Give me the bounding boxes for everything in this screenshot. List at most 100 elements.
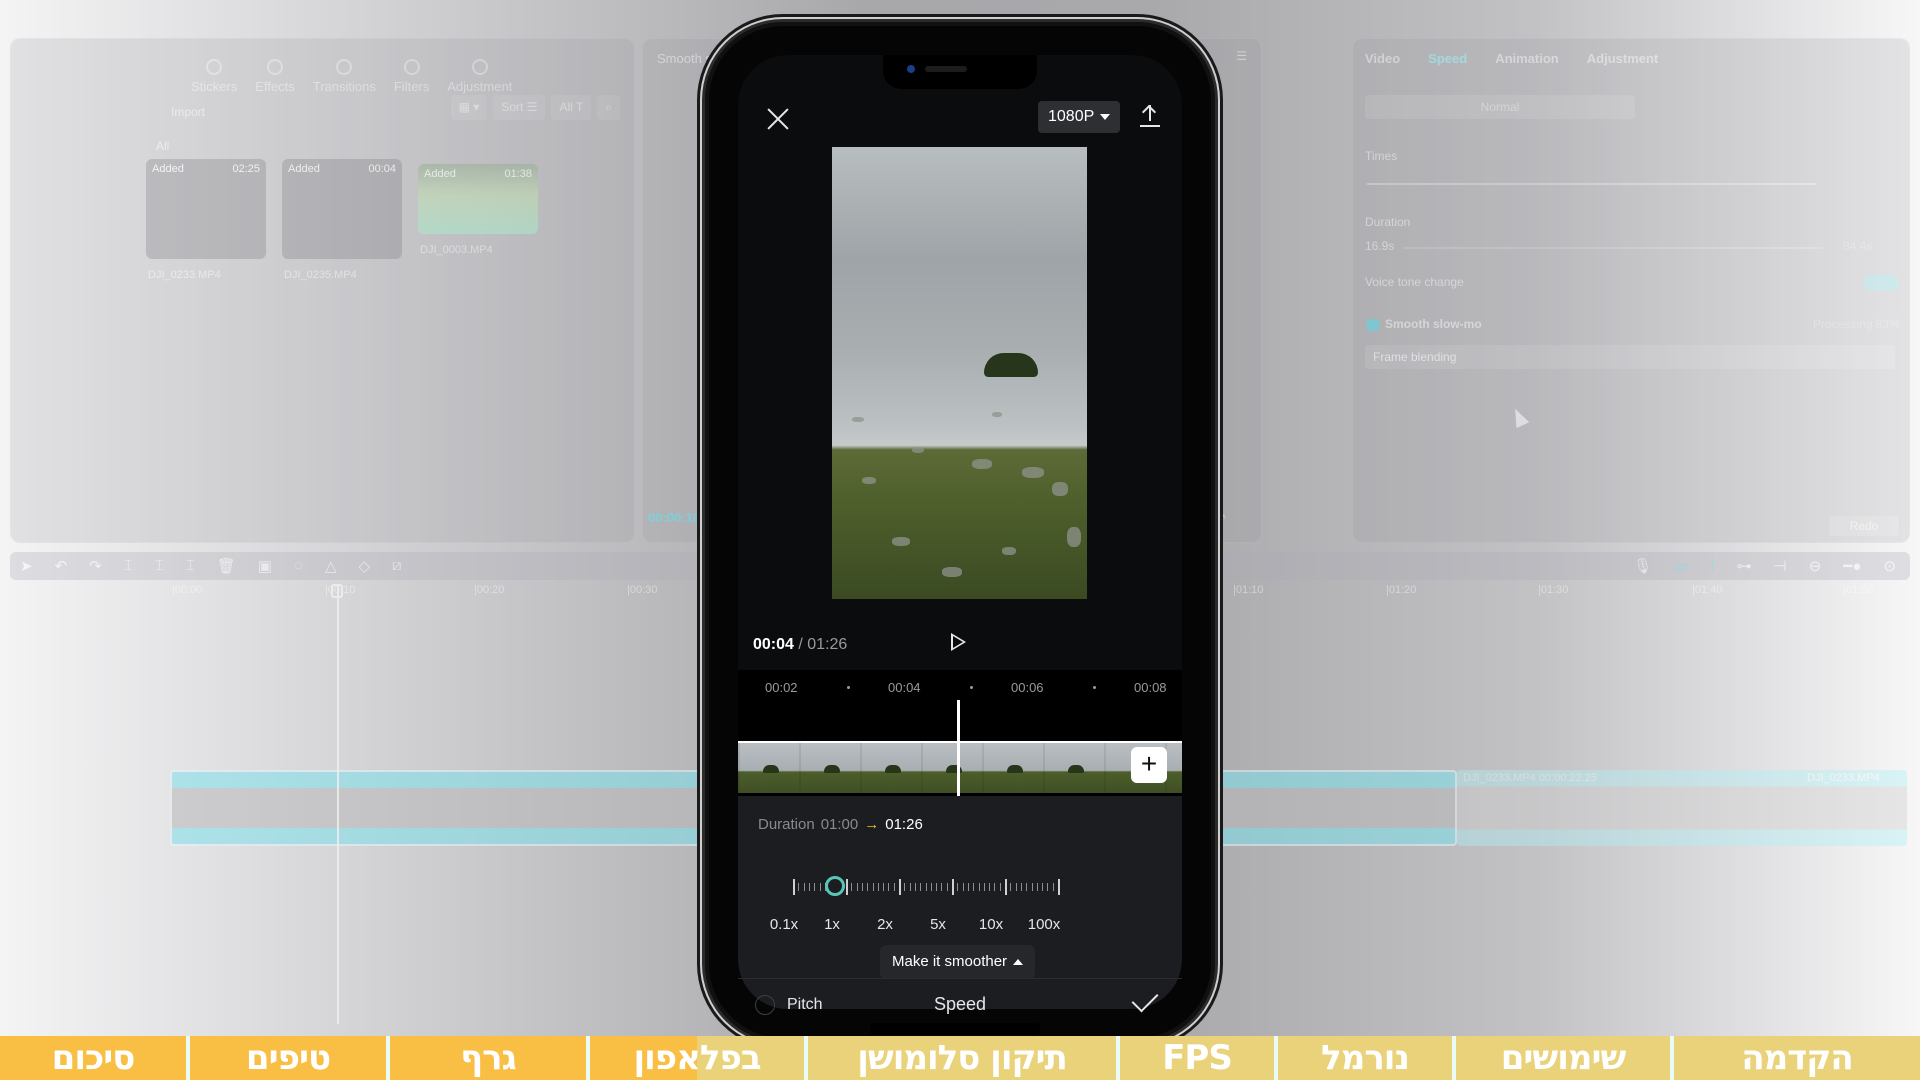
- sort-button[interactable]: Sort ☰: [493, 95, 546, 120]
- speed-tick-minor: [808, 883, 810, 891]
- select-tool-icon[interactable]: ➤: [20, 557, 33, 575]
- player-timecode: 00:00:10:2: [648, 510, 712, 525]
- media-clip[interactable]: Added 02:25 DJI_0233.MP4: [146, 159, 266, 281]
- fit-icon[interactable]: ⊙: [1883, 557, 1896, 575]
- properties-panel: Video Speed Animation Adjustment Normal …: [1352, 38, 1910, 543]
- voice-tone-label: Voice tone change: [1365, 275, 1464, 289]
- tab-video[interactable]: Video: [1365, 51, 1400, 66]
- speed-slider-knob[interactable]: [825, 876, 845, 896]
- section-label: All: [156, 139, 170, 153]
- chapter-graph[interactable]: גרף: [390, 1036, 590, 1080]
- timeline-clip[interactable]: DJI_0233.MP4 00:00:22.25 DJI_0233.MP4: [1457, 770, 1907, 846]
- chapter-summary[interactable]: סיכום: [0, 1036, 190, 1080]
- sheet-title: Speed: [933, 994, 987, 1014]
- speed-tick-major: [1005, 879, 1007, 895]
- speed-tick-major: [793, 879, 795, 895]
- menu-icon[interactable]: ☰: [1236, 49, 1247, 63]
- speed-tick-minor: [883, 883, 885, 891]
- phone-playhead[interactable]: [957, 700, 960, 796]
- search-icon[interactable]: ⌕: [597, 95, 620, 120]
- mirror-icon[interactable]: △: [325, 557, 337, 575]
- media-clip[interactable]: Added 01:38 DJI_0003.MP4: [418, 164, 538, 256]
- speed-tick-minor: [994, 883, 996, 891]
- preview-axis-icon[interactable]: ⊣: [1774, 557, 1787, 575]
- media-tab-filters[interactable]: Filters: [394, 59, 429, 94]
- speed-tick-minor: [1036, 883, 1038, 891]
- grid-view-icon[interactable]: ▦ ▾: [450, 95, 488, 120]
- phone-timeline[interactable]: 00:02 00:04 00:06 00:08 +: [738, 670, 1182, 796]
- media-clip[interactable]: Added 00:04 DJI_0235.MP4: [282, 159, 402, 281]
- timeline-playhead[interactable]: [337, 584, 339, 1024]
- auto-snap-icon[interactable]: ⁞: [1711, 557, 1715, 575]
- zoom-out-icon[interactable]: ⊖: [1809, 557, 1822, 575]
- speed-tick-minor: [989, 883, 991, 891]
- speed-mode-normal[interactable]: Normal: [1365, 95, 1635, 119]
- speed-tick-minor: [1031, 883, 1033, 891]
- freeze-icon[interactable]: ▣: [258, 557, 272, 575]
- redo-icon[interactable]: ↷: [89, 557, 102, 575]
- play-button[interactable]: [951, 633, 966, 651]
- zoom-slider[interactable]: ━●: [1843, 557, 1861, 575]
- speed-tick-minor: [946, 883, 948, 891]
- redo-button[interactable]: Redo: [1829, 516, 1899, 536]
- chapter-slowmo-fix[interactable]: תיקון סלומושן: [808, 1036, 1120, 1080]
- undo-icon[interactable]: ↶: [55, 557, 68, 575]
- playhead-handle[interactable]: [331, 584, 343, 598]
- speed-slider[interactable]: [793, 876, 1115, 898]
- clip-filmstrip[interactable]: [738, 741, 1182, 793]
- speed-tick-major: [952, 879, 954, 895]
- timeline-clip[interactable]: [170, 770, 720, 846]
- chapter-tips[interactable]: טיפים: [190, 1036, 390, 1080]
- chapter-intro[interactable]: הקדמה: [1674, 1036, 1920, 1080]
- tab-adjustment[interactable]: Adjustment: [1587, 51, 1659, 66]
- frame-mode-select[interactable]: Frame blending: [1365, 345, 1895, 369]
- chapter-uses[interactable]: שימושים: [1456, 1036, 1674, 1080]
- speed-tick-minor: [957, 883, 959, 891]
- duration-new: 01:26: [885, 816, 923, 833]
- add-clip-button[interactable]: +: [1131, 747, 1167, 783]
- chapter-normal[interactable]: נורמל: [1278, 1036, 1456, 1080]
- times-slider[interactable]: [1367, 183, 1817, 185]
- speed-label: 100x: [1027, 916, 1061, 933]
- crop-icon[interactable]: ⧄: [392, 557, 402, 575]
- timeline-clip[interactable]: [1210, 770, 1457, 846]
- fullscreen-icon[interactable]: ⤢: [1214, 511, 1225, 528]
- speed-tick-minor: [856, 883, 858, 891]
- transitions-icon: [336, 59, 353, 75]
- export-upload-icon[interactable]: [1140, 103, 1160, 127]
- times-label: Times: [1365, 149, 1398, 163]
- make-smoother-button[interactable]: Make it smoother: [880, 945, 1036, 979]
- split-right-icon[interactable]: ⌶: [186, 557, 195, 575]
- smooth-slowmo-checkbox[interactable]: [1367, 319, 1379, 331]
- microphone-icon[interactable]: 🎙: [1633, 557, 1652, 575]
- media-panel: Stickers Effects Transitions Filters Adj…: [10, 38, 635, 543]
- media-tab-adjustment[interactable]: Adjustment: [447, 59, 512, 94]
- speed-label: 1x: [824, 916, 840, 933]
- speed-tick-minor: [819, 883, 821, 891]
- split-left-icon[interactable]: ⌶: [155, 557, 164, 575]
- import-button[interactable]: Import: [171, 105, 205, 119]
- split-icon[interactable]: ⌶: [124, 557, 133, 575]
- speed-tick-minor: [814, 883, 816, 891]
- media-tab-stickers[interactable]: Stickers: [191, 59, 237, 94]
- media-tab-transitions[interactable]: Transitions: [313, 59, 376, 94]
- chapter-phone[interactable]: בפלאפון: [590, 1036, 808, 1080]
- phone-notch: [883, 55, 1037, 89]
- video-preview[interactable]: [832, 147, 1087, 599]
- rotate-icon[interactable]: ◇: [358, 557, 370, 575]
- reverse-icon[interactable]: ◌: [294, 557, 303, 575]
- front-camera-icon: [907, 65, 915, 73]
- chapter-fps[interactable]: FPS: [1120, 1036, 1278, 1080]
- link-icon[interactable]: ⊶: [1737, 557, 1752, 575]
- main-track-magnet-icon[interactable]: ▭: [1674, 557, 1688, 575]
- tab-animation[interactable]: Animation: [1495, 51, 1559, 66]
- resolution-dropdown[interactable]: 1080P: [1038, 101, 1121, 133]
- delete-icon[interactable]: 🗑: [217, 557, 236, 575]
- voice-tone-toggle[interactable]: [1863, 275, 1899, 291]
- close-button[interactable]: [764, 105, 792, 133]
- filter-all-button[interactable]: All T: [551, 95, 592, 120]
- tab-speed[interactable]: Speed: [1428, 51, 1467, 66]
- caret-down-icon: [1100, 114, 1111, 120]
- duration-slider[interactable]: [1403, 247, 1823, 249]
- media-tab-effects[interactable]: Effects: [255, 59, 295, 94]
